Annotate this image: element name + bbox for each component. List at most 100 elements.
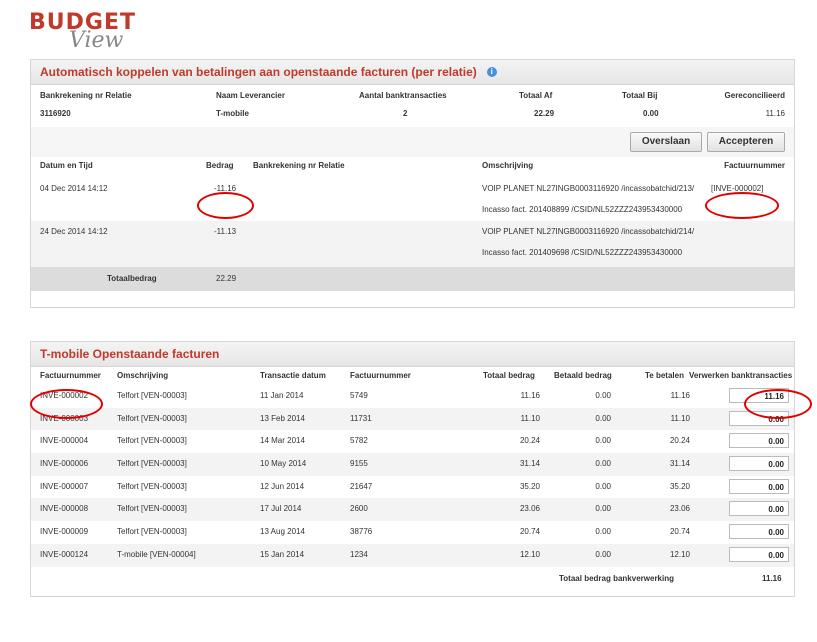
amount-due: 35.20	[669, 481, 690, 491]
col-header: Te betalen	[645, 371, 684, 380]
paid-amount: 0.00	[595, 413, 611, 423]
tx-description: Incasso fact. 201408899 /CSID/NL52ZZZ243…	[482, 205, 683, 214]
invoice-number: INVE-000002	[40, 391, 89, 400]
invoice-number: INVE-000124	[40, 549, 89, 559]
invoice-row[interactable]: INVE-000003 Telfort [VEN-00003] 13 Feb 201…	[31, 407, 794, 431]
action-row: Overslaan Accepteren	[31, 127, 794, 157]
process-amount-input[interactable]: 0.00	[729, 524, 789, 540]
transaction-date: 12 Jun 2014	[260, 481, 305, 491]
invoice-ref: 21647	[350, 481, 373, 491]
col-header: Factuurnummer	[724, 161, 785, 170]
total-amount: 20.74	[519, 527, 540, 537]
info-icon[interactable]: i	[486, 67, 497, 77]
summary-value: 0.00	[643, 109, 659, 118]
total-amount: 23.06	[519, 504, 540, 514]
invoice-row[interactable]: INVE-000006 Telfort [VEN-00003] 10 May 201…	[31, 453, 794, 476]
invoice-number: INVE-000004	[40, 436, 89, 446]
amount-due: 23.06	[669, 504, 690, 514]
paid-amount: 0.00	[595, 459, 611, 469]
process-amount-input[interactable]: 0.00	[729, 501, 789, 517]
tx-amount: -11.13	[214, 227, 237, 236]
invoice-row[interactable]: INVE-000004 Telfort [VEN-00003] 14 Mar 201…	[31, 430, 794, 453]
paid-amount: 0.00	[595, 549, 611, 559]
invoice-description: Telfort [VEN-00003]	[117, 459, 187, 469]
col-header: Factuurnummer	[350, 371, 411, 380]
invoice-ref: 9155	[350, 459, 368, 469]
total-amount: 31.14	[519, 459, 540, 469]
total-amount: 11.16	[520, 391, 540, 400]
footer-label: Totaal bedrag bankverwerking	[559, 573, 674, 583]
invoice-number: INVE-000006	[40, 459, 89, 469]
invoice-ref: 5749	[350, 391, 368, 400]
invoice-row[interactable]: INVE-000007 Telfort [VEN-00003] 12 Jun 201…	[31, 476, 794, 499]
transaction-row[interactable]: 24 Dec 2014 14:12 -11.13 VOIP PLANET NL2…	[31, 221, 794, 267]
amount-due: 11.10	[670, 413, 690, 423]
process-amount-input[interactable]: 11.16	[729, 388, 789, 403]
col-header: Factuurnummer	[40, 371, 101, 380]
process-amount-input[interactable]: 0.00	[729, 456, 789, 472]
panel-title: Automatisch koppelen van betalingen aan …	[40, 65, 477, 79]
col-header: Omschrijving	[482, 161, 534, 170]
invoice-number: INVE-000003	[40, 413, 89, 423]
open-invoices-panel-header: T-mobile Openstaande facturen	[31, 342, 794, 367]
auto-match-panel-header: Automatisch koppelen van betalingen aan …	[31, 60, 794, 85]
total-value: 22.29	[216, 274, 237, 283]
tx-date: 24 Dec 2014 14:12	[40, 227, 108, 236]
invoice-description: Telfort [VEN-00003]	[117, 527, 187, 537]
open-invoices-panel: T-mobile Openstaande facturen Factuurnum…	[30, 341, 795, 597]
col-header: Verwerken banktransacties	[689, 371, 793, 380]
total-amount: 12.10	[519, 549, 540, 559]
amount-due: 31.14	[669, 459, 690, 469]
paid-amount: 0.00	[595, 504, 611, 514]
summary-value: 2	[403, 109, 408, 118]
col-header: Bedrag	[206, 161, 234, 170]
paid-amount: 0.00	[595, 481, 611, 491]
auto-match-panel: Automatisch koppelen van betalingen aan …	[30, 59, 795, 308]
process-amount-input[interactable]: 0.00	[729, 478, 789, 494]
logo-text-bottom: View	[69, 28, 124, 53]
invoice-row[interactable]: INVE-000124 T-mobile [VEN-00004] 15 Jan 20…	[31, 543, 794, 567]
tx-description: Incasso fact. 201409698 /CSID/NL52ZZZ243…	[482, 248, 683, 257]
invoice-description: Telfort [VEN-00003]	[117, 504, 187, 514]
paid-amount: 0.00	[595, 527, 611, 537]
col-header: Totaal Af	[519, 91, 553, 100]
summary-value: 22.29	[534, 109, 555, 118]
col-header: Datum en Tijd	[40, 161, 93, 170]
process-amount-input[interactable]: 0.00	[729, 410, 789, 426]
transaction-date: 14 Mar 2014	[260, 436, 305, 446]
invoice-description: Telfort [VEN-00003]	[117, 413, 187, 423]
amount-due: 11.16	[670, 391, 690, 400]
footer-value: 11.16	[762, 573, 782, 583]
process-amount-input[interactable]: 0.00	[729, 546, 789, 562]
accept-button[interactable]: Accepteren	[707, 132, 785, 152]
col-header: Gereconcilieerd	[724, 91, 785, 100]
total-amount: 11.10	[520, 413, 540, 423]
transaction-date: 15 Jan 2014	[260, 549, 305, 559]
col-header: Totaal bedrag	[483, 371, 535, 380]
invoice-row[interactable]: INVE-000002 Telfort [VEN-00003] 11 Jan 201…	[31, 385, 794, 408]
transaction-date: 13 Feb 2014	[260, 413, 305, 423]
col-header: Omschrijving	[117, 371, 169, 380]
invoice-row[interactable]: INVE-000008 Telfort [VEN-00003] 17 Jul 201…	[31, 498, 794, 522]
invoice-row[interactable]: INVE-000009 Telfort [VEN-00003] 13 Aug 201…	[31, 521, 794, 544]
col-header: Bankrekening nr Relatie	[253, 161, 345, 170]
invoice-description: Telfort [VEN-00003]	[117, 481, 187, 491]
col-header: Totaal Bij	[622, 91, 658, 100]
col-header: Transactie datum	[260, 371, 326, 380]
col-header: Aantal banktransacties	[359, 91, 447, 100]
process-amount-input[interactable]: 0.00	[729, 433, 789, 449]
invoice-ref: 38776	[350, 527, 373, 537]
invoice-ref: 11731	[350, 413, 372, 423]
skip-button[interactable]: Overslaan	[630, 132, 702, 152]
paid-amount: 0.00	[595, 436, 611, 446]
transaction-row[interactable]: 04 Dec 2014 14:12 -11.16 VOIP PLANET NL2…	[31, 175, 794, 221]
tx-invoice-number[interactable]: [INVE-000002]	[711, 180, 763, 198]
amount-due: 20.74	[669, 527, 690, 537]
invoice-number: INVE-000007	[40, 481, 89, 491]
transaction-date: 13 Aug 2014	[260, 527, 305, 537]
transaction-date: 11 Jan 2014	[260, 391, 304, 400]
summary-value: T-mobile	[216, 109, 249, 118]
invoice-rows: INVE-000002 Telfort [VEN-00003] 11 Jan 201…	[31, 385, 794, 567]
tx-header-row: Datum en Tijd Bedrag Bankrekening nr Rel…	[31, 157, 794, 175]
invoice-number: INVE-000008	[40, 504, 89, 514]
